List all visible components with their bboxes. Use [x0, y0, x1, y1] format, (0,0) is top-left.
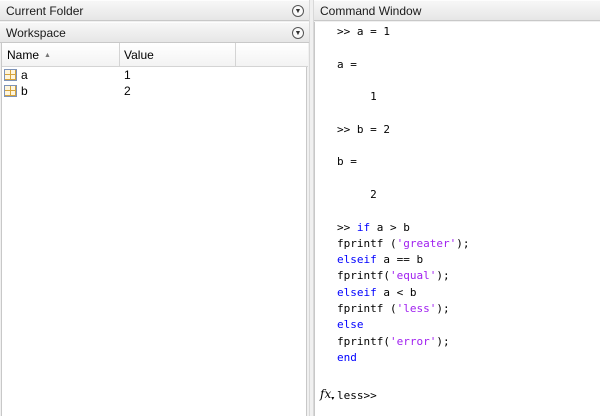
- keyword-token: else: [337, 318, 364, 332]
- code-token: fprintf (: [337, 302, 397, 316]
- code-token: >> a = 1: [337, 25, 390, 38]
- command-line: [337, 203, 469, 219]
- command-line: >> a = 1: [337, 24, 469, 40]
- code-token: fprintf (: [337, 236, 397, 250]
- code-token: a =: [337, 57, 357, 71]
- command-window-title: Command Window: [320, 3, 422, 18]
- command-history: >> a = 1a = 1 >> b = 2b = 2 >> if a > b fpr…: [337, 24, 469, 366]
- command-line: >> b = 2: [337, 122, 469, 138]
- code-token: fprintf(: [337, 334, 390, 348]
- code-token: >> b = 2: [337, 122, 390, 136]
- keyword-token: elseif: [337, 253, 377, 267]
- command-line: else: [337, 317, 469, 333]
- code-token: b =: [337, 155, 357, 169]
- variable-value: 2: [124, 84, 131, 98]
- variable-icon: [4, 69, 17, 81]
- column-header-value-label: Value: [124, 48, 154, 62]
- workspace-title: Workspace: [6, 25, 66, 40]
- keyword-token: if: [356, 220, 371, 234]
- string-token: 'less': [396, 302, 437, 316]
- command-line: fprintf ('greater');: [337, 236, 469, 252]
- command-line: [337, 138, 469, 154]
- code-token: 2: [337, 187, 377, 201]
- sort-ascending-icon: ▲: [44, 51, 51, 59]
- code-token: a > b: [370, 220, 410, 234]
- code-token: 1: [337, 90, 377, 104]
- command-line: >> if a > b: [337, 220, 469, 236]
- workspace-table: Name ▲ Value a 1 b 2: [1, 43, 308, 416]
- string-token: 'equal': [389, 269, 437, 283]
- table-row[interactable]: a 1: [2, 67, 308, 83]
- variable-name-cell: b: [2, 84, 120, 98]
- command-line: fprintf('equal');: [337, 268, 469, 284]
- column-header-name-label: Name: [7, 48, 40, 62]
- command-line: b =: [337, 154, 469, 170]
- fx-caret-icon: ▾: [331, 395, 335, 402]
- command-line: [337, 73, 469, 89]
- keyword-token: end: [337, 350, 357, 364]
- workspace-menu-icon[interactable]: ▼: [292, 27, 304, 39]
- command-prompt[interactable]: less>>: [337, 389, 377, 402]
- command-window-header[interactable]: Command Window: [314, 0, 600, 21]
- code-token: a < b: [376, 285, 417, 299]
- command-line: end: [337, 350, 469, 366]
- right-pane: Command Window >> a = 1a = 1 >> b = 2b = …: [314, 0, 600, 416]
- command-line: 1: [337, 89, 469, 105]
- variable-icon: [4, 85, 17, 97]
- command-line: [337, 171, 469, 187]
- current-folder-panel-header[interactable]: Current Folder ▼: [0, 0, 309, 21]
- command-window-console[interactable]: >> a = 1a = 1 >> b = 2b = 2 >> if a > b fpr…: [314, 22, 600, 416]
- column-header-value[interactable]: Value: [120, 43, 236, 67]
- current-folder-title: Current Folder: [6, 3, 84, 18]
- function-browser-button[interactable]: fx▾: [320, 387, 334, 402]
- workspace-table-header: Name ▲ Value: [2, 43, 308, 67]
- code-token: a == b: [376, 253, 424, 267]
- left-pane: Current Folder ▼ Workspace ▼ Name ▲ Valu…: [0, 0, 309, 416]
- string-token: 'greater': [396, 236, 457, 250]
- command-line: fprintf('error');: [337, 334, 469, 350]
- column-header-empty: [236, 43, 308, 67]
- variable-name: a: [21, 68, 28, 82]
- command-line: [337, 40, 469, 56]
- variable-name: b: [21, 84, 28, 98]
- code-token: );: [436, 302, 450, 316]
- table-row[interactable]: b 2: [2, 83, 308, 99]
- code-token: fprintf(: [337, 269, 390, 283]
- code-token: );: [456, 236, 470, 250]
- command-line: elseif a < b: [337, 285, 469, 301]
- command-line: 2: [337, 187, 469, 203]
- column-header-name[interactable]: Name ▲: [2, 43, 120, 67]
- fx-icon: fx: [320, 387, 332, 401]
- workspace-panel-header[interactable]: Workspace ▼: [0, 22, 309, 43]
- code-token: );: [436, 269, 450, 283]
- code-token: >>: [337, 220, 357, 234]
- variable-name-cell: a: [2, 68, 120, 82]
- current-folder-menu-icon[interactable]: ▼: [292, 5, 304, 17]
- command-line: [337, 105, 469, 121]
- variable-value: 1: [124, 68, 131, 82]
- keyword-token: elseif: [337, 285, 377, 299]
- command-line: a =: [337, 57, 469, 73]
- command-line: fprintf ('less');: [337, 301, 469, 317]
- code-token: );: [436, 334, 450, 348]
- string-token: 'error': [389, 334, 437, 348]
- command-line: elseif a == b: [337, 252, 469, 268]
